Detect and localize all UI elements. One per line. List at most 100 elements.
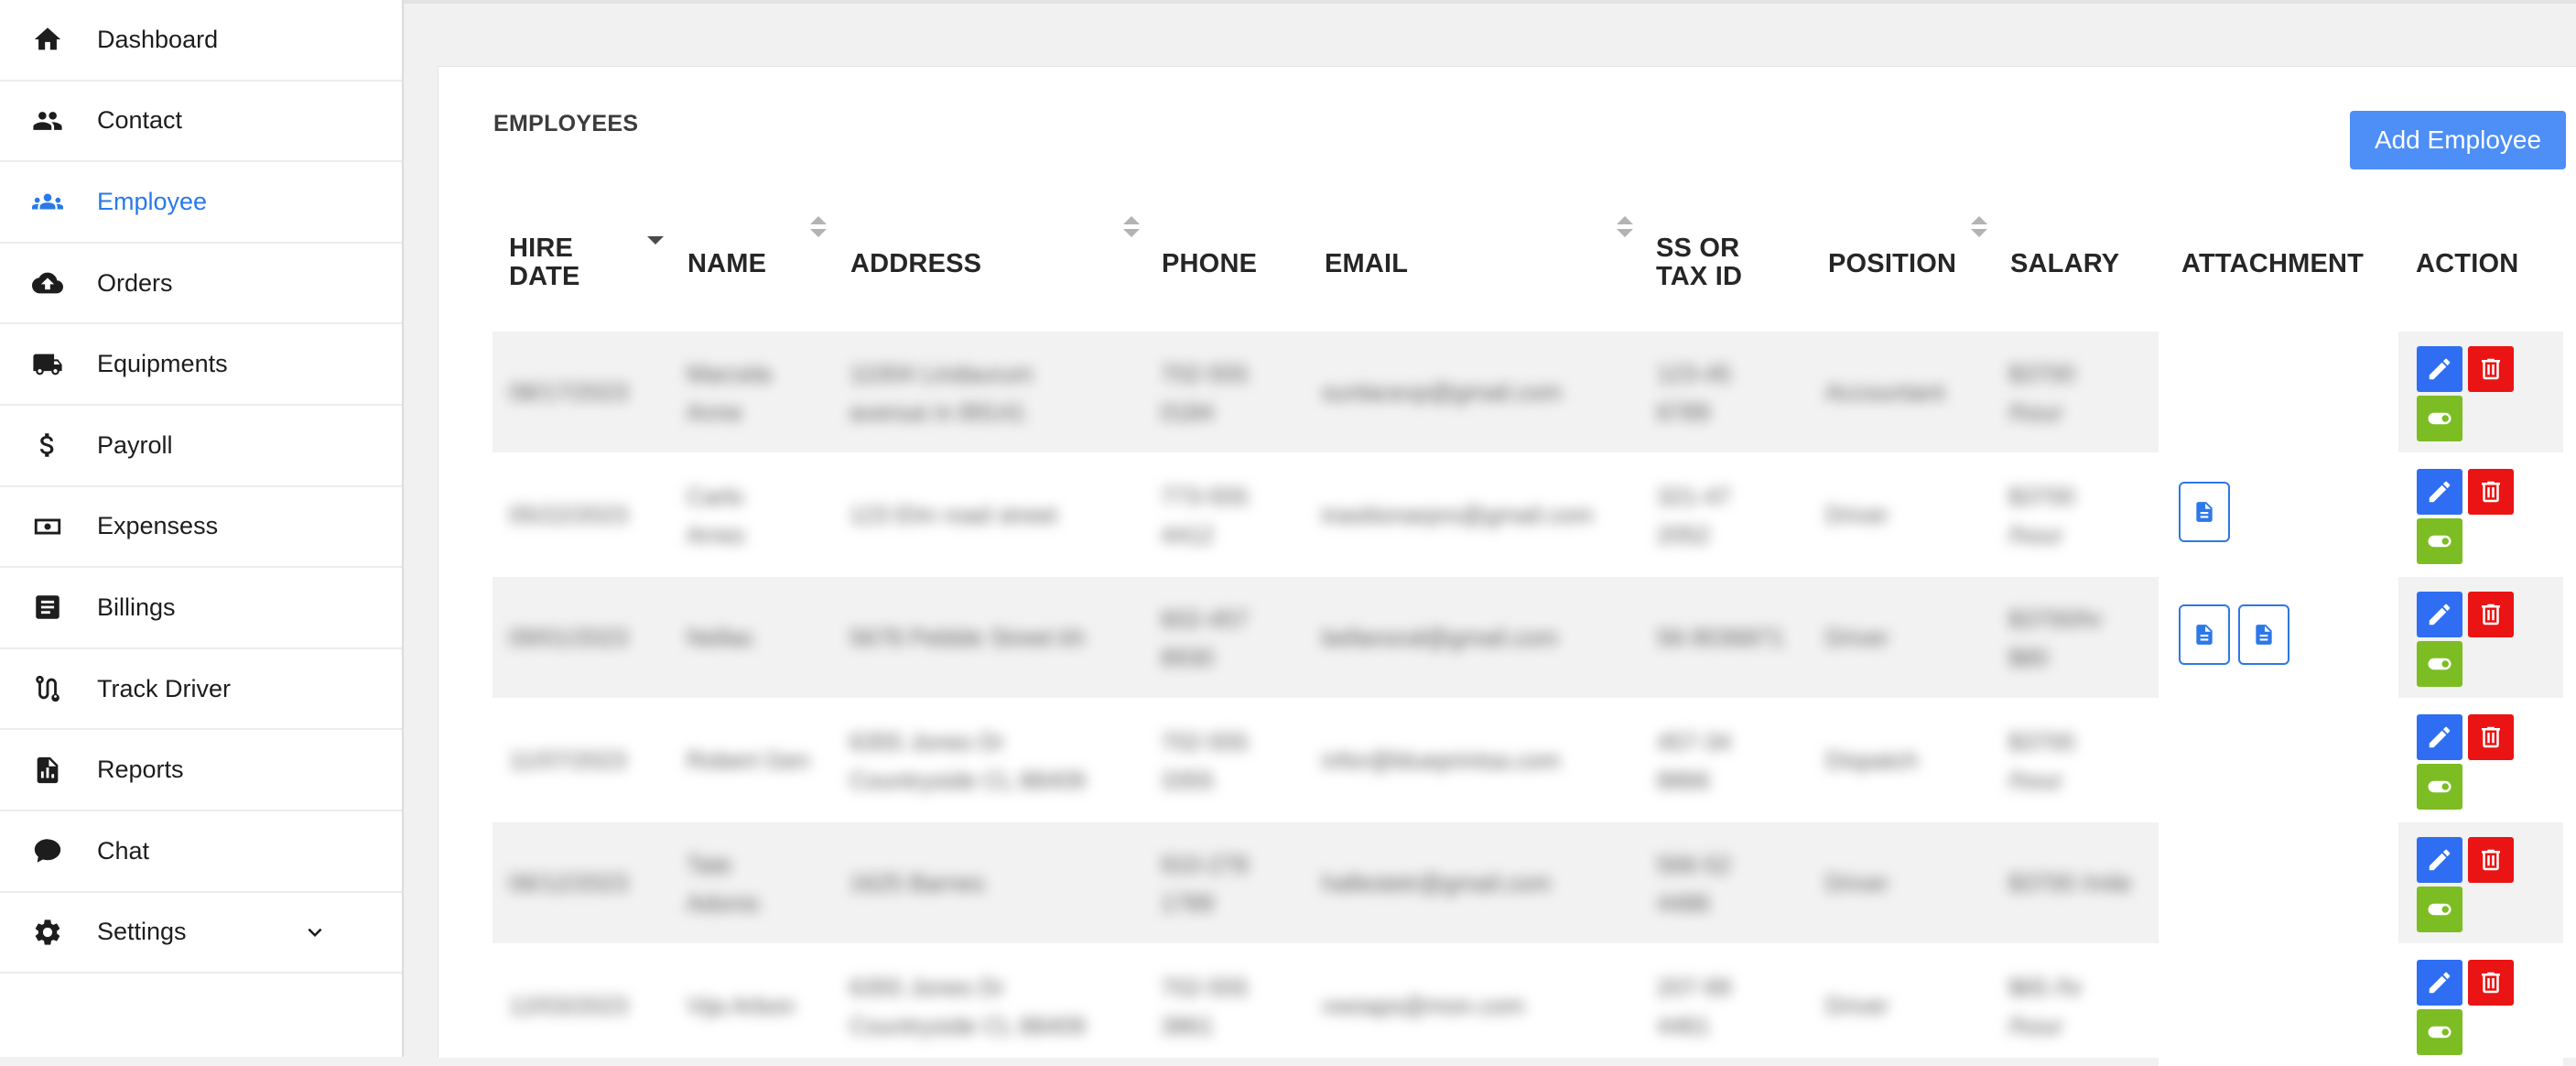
edit-button[interactable] [2417,592,2462,637]
column-header-name[interactable]: NAME [687,250,766,278]
column-header-salary[interactable]: SALARY [2010,250,2119,278]
table-row: 06/12/2023 Tate Adonis 1625 Barnes 910-278 17… [492,822,2563,943]
action-cell [2398,700,2563,821]
cell-phone: 8930 [1161,644,1214,671]
sidebar-item-payroll[interactable]: Payroll [0,406,402,487]
add-employee-button[interactable]: Add Employee [2350,111,2566,169]
cell-hire-date: 12/03/2023 [509,992,629,1019]
table-row: 12/03/2023 Vija Arbon 6355 Jones Dr Country… [492,945,2563,1066]
table-row: 09/01/2023 Nellas 5678 Pebble Street kh 602… [492,577,2563,698]
delete-button[interactable] [2468,346,2514,392]
file-icon[interactable] [2179,482,2230,542]
cell-ss-tax: 6789 [1657,398,1710,426]
toggle-status-button[interactable] [2417,887,2462,932]
home-icon [31,23,64,56]
report-icon [31,754,64,787]
sort-icon[interactable] [1615,214,1635,240]
chevron-down-icon[interactable] [301,919,329,946]
edit-button[interactable] [2417,714,2462,760]
cell-hire-date: 05/22/2023 [509,501,629,528]
people-icon [31,104,64,137]
cell-ss-tax: 4461 [1657,1012,1710,1039]
chat-icon [31,834,64,867]
sort-icon[interactable] [808,214,828,240]
delete-button[interactable] [2468,592,2514,637]
cell-ss-tax: 4486 [1657,889,1710,917]
attachment-cell [2159,700,2398,821]
truck-icon [31,348,64,381]
attachment-cell [2159,945,2398,1066]
toggle-status-button[interactable] [2417,396,2462,441]
toggle-status-button[interactable] [2417,1009,2462,1055]
cell-name: Vija Arbon [687,992,796,1019]
table-row: 05/22/2023 Carlo Arreo 123 Elm road street 7… [492,454,2563,575]
cell-phone: 0184 [1161,398,1214,426]
edit-button[interactable] [2417,469,2462,515]
sidebar-item-expensess[interactable]: Expensess [0,487,402,569]
attachment-cell [2159,454,2398,575]
sidebar-item-settings[interactable]: Settings [0,893,402,974]
toggle-status-button[interactable] [2417,764,2462,810]
column-header-address[interactable]: ADDRESS [850,250,981,278]
sidebar-item-equipments[interactable]: Equipments [0,324,402,406]
sidebar: Dashboard Contact Employee Orders Equipm… [0,0,404,1057]
sidebar-item-chat[interactable]: Chat [0,811,402,893]
cell-ss-tax: 566-52 [1657,851,1731,878]
sidebar-item-dashboard[interactable]: Dashboard [0,0,402,82]
cell-salary: /hour [2008,767,2063,794]
cell-phone: 3355 [1161,767,1214,794]
column-header-email[interactable]: EMAIL [1325,250,1408,278]
sort-icon[interactable] [1121,214,1142,240]
cell-phone: 773-555 [1161,483,1249,510]
header-line: TAX ID [1656,262,1743,291]
delete-button[interactable] [2468,837,2514,883]
cell-salary: $3700 [2008,483,2075,510]
cell-ss-tax: 321-47 [1657,483,1731,510]
column-header-attachment: ATTACHMENT [2181,249,2365,278]
sidebar-item-contact[interactable]: Contact [0,82,402,163]
sidebar-item-label: Orders [97,268,173,297]
action-cell [2398,332,2563,452]
edit-button[interactable] [2417,960,2462,1006]
file-icon[interactable] [2238,604,2289,665]
sidebar-item-track-driver[interactable]: Track Driver [0,649,402,731]
edit-button[interactable] [2417,837,2462,883]
column-header-phone[interactable]: PHONE [1162,250,1257,278]
cell-position: Accountant [1825,378,1945,406]
cell-ss-tax: 207-99 [1657,974,1731,1001]
cell-salary: /hour [2008,398,2063,426]
sidebar-item-billings[interactable]: Billings [0,568,402,649]
sidebar-item-label: Settings [97,918,187,946]
column-header-hire-date[interactable]: HIRE DATE [509,234,580,291]
sidebar-item-employee[interactable]: Employee [0,162,402,244]
edit-button[interactable] [2417,346,2462,392]
cell-address: Countryside CL 88409 [850,767,1086,794]
header-line: SS OR [1656,234,1740,263]
sort-icon[interactable] [1969,214,1989,240]
sidebar-item-reports[interactable]: Reports [0,730,402,811]
cell-address: avenue in 89141 [850,398,1026,426]
delete-button[interactable] [2468,469,2514,515]
cell-salary: $3700/hr [2008,605,2103,633]
file-icon[interactable] [2179,604,2230,665]
cell-hire-date: 11/07/2023 [509,746,627,774]
cell-position: Driver [1825,501,1889,528]
toggle-status-button[interactable] [2417,518,2462,564]
cell-ss-tax: 123-45 [1657,360,1731,387]
delete-button[interactable] [2468,714,2514,760]
delete-button[interactable] [2468,960,2514,1006]
cell-salary: $65 /hr [2008,974,2083,1001]
money-icon [31,510,64,543]
sort-desc-icon[interactable] [645,223,666,249]
sidebar-item-orders[interactable]: Orders [0,244,402,325]
toggle-status-button[interactable] [2417,641,2462,687]
cell-address: 11004 Lindaurum [850,360,1034,387]
column-header-action: ACTION [2416,249,2519,278]
cell-email: bellanoral@gmail.com [1322,624,1558,651]
column-header-position[interactable]: POSITION [1828,250,1956,278]
cell-address: 6355 Jones Dr [850,728,1005,756]
cell-address: 1625 Barnes [850,869,985,897]
column-header-ss-tax-id[interactable]: SS OR TAX ID [1656,234,1742,291]
cell-phone: 702-555 [1161,360,1249,387]
cell-salary: $3700 [2008,728,2075,756]
